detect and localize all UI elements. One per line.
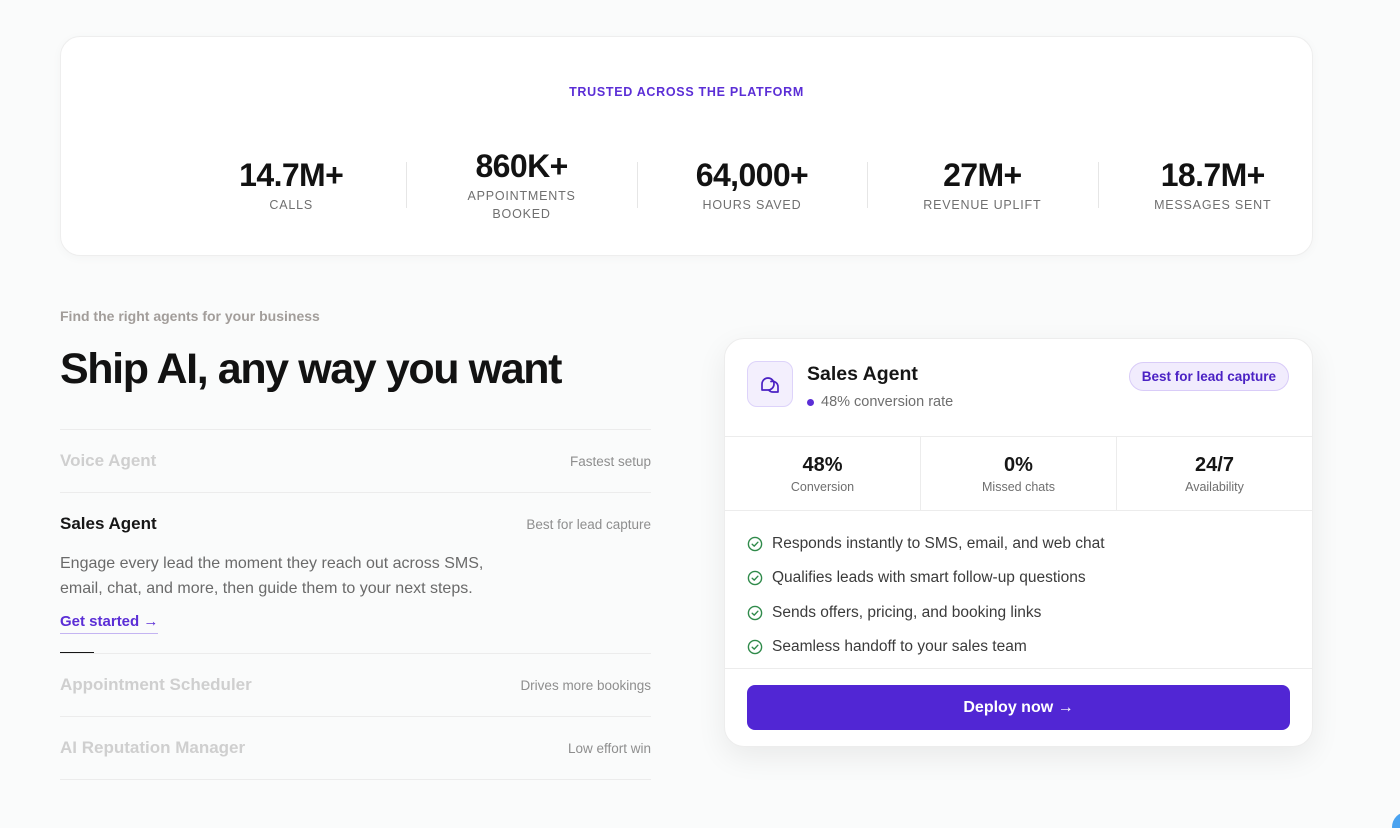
metric-value: 24/7 [1195,454,1234,476]
feature-list: Responds instantly to SMS, email, and we… [725,511,1312,669]
conversion-rate-text: 48% conversion rate [821,394,954,410]
agent-description: Engage every lead the moment they reach … [60,555,484,597]
stat-label: APPOINTMENTS BOOKED [467,188,576,221]
stat-label: REVENUE UPLIFT [923,197,1042,212]
agent-tag: Drives more bookings [520,677,651,693]
status-dot [807,398,814,406]
agent-item-voice[interactable]: Voice Agent Fastest setup [60,429,651,492]
stat-value: 27M+ [943,156,1022,193]
chat-bubbles-icon [747,361,793,407]
agent-name: Appointment Scheduler [60,675,252,694]
card-subtitle: 48% conversion rate [807,394,953,410]
agent-item-scheduler[interactable]: Appointment Scheduler Drives more bookin… [60,653,651,716]
feature-item: Seamless handoff to your sales team [747,630,1290,664]
feature-text: Sends offers, pricing, and booking links [772,603,1042,621]
card-header: Sales Agent 48% conversion rate Best for… [725,339,1312,437]
agent-tag: Fastest setup [569,453,651,469]
card-title: Sales Agent [807,363,918,385]
metric-value: 48% [802,454,843,476]
metric-label: Availability [1185,480,1244,494]
agent-list: Voice Agent Fastest setup Sales Agent Be… [60,429,651,780]
stat-calls: 14.7M+ CALLS [176,157,406,214]
section-heading: Ship AI, any way you want [60,345,562,393]
chat-widget-launcher[interactable] [1392,812,1400,828]
agent-item-reputation[interactable]: AI Reputation Manager Low effort win [60,716,651,780]
feature-text: Seamless handoff to your sales team [772,638,1027,656]
section-eyebrow: Find the right agents for your business [60,308,320,324]
feature-item: Sends offers, pricing, and booking links [747,596,1290,630]
feature-text: Responds instantly to SMS, email, and we… [772,535,1105,553]
metric-conversion: 48% Conversion [725,437,920,510]
metric-label: Missed chats [982,480,1055,494]
stat-value: 860K+ [475,147,568,184]
stat-hours-saved: 64,000+ HOURS SAVED [636,156,867,214]
agent-name: Sales Agent [60,514,157,533]
agent-item-sales[interactable]: Sales Agent Best for lead capture Engage… [60,492,651,654]
feature-item: Qualifies leads with smart follow-up que… [747,561,1290,595]
stat-messages-sent: 18.7M+ MESSAGES SENT [1097,156,1328,214]
stat-value: 14.7M+ [239,156,344,193]
stats-row: 14.7M+ CALLS 860K+ APPOINTMENTS BOOKED 6… [176,148,1328,223]
metric-value: 0% [1004,454,1033,476]
agent-tag: Best for lead capture [526,516,651,532]
metric-missed-chats: 0% Missed chats [920,437,1116,510]
stat-value: 18.7M+ [1160,156,1266,193]
metric-availability: 24/7 Availability [1116,437,1312,510]
agent-name: AI Reputation Manager [60,738,246,757]
stat-value: 64,000+ [695,156,809,193]
check-circle-icon [747,639,763,655]
agent-detail-card: Sales Agent 48% conversion rate Best for… [724,338,1313,747]
check-circle-icon [747,571,763,586]
stat-appointments: 860K+ APPOINTMENTS BOOKED [406,148,636,223]
stats-eyebrow: TRUSTED ACROSS THE PLATFORM [569,85,804,99]
stat-label: MESSAGES SENT [1154,197,1272,212]
stat-label: HOURS SAVED [702,197,802,212]
stat-label: CALLS [269,197,313,212]
lead-capture-badge: Best for lead capture [1128,362,1289,391]
check-circle-icon [747,605,763,621]
agent-tag: Low effort win [567,740,651,756]
metric-label: Conversion [790,480,855,494]
metrics-row: 48% Conversion 0% Missed chats 24/7 Avai… [725,437,1312,511]
get-started-link[interactable]: Get started → [60,613,159,634]
feature-item: Responds instantly to SMS, email, and we… [747,527,1290,561]
stat-revenue-uplift: 27M+ REVENUE UPLIFT [867,157,1097,214]
check-circle-icon [747,536,763,552]
stats-card: TRUSTED ACROSS THE PLATFORM 14.7M+ CALLS… [60,36,1313,256]
agent-name: Voice Agent [60,451,157,470]
feature-text: Qualifies leads with smart follow-up que… [772,569,1086,587]
deploy-now-button[interactable]: Deploy now → [747,685,1290,730]
